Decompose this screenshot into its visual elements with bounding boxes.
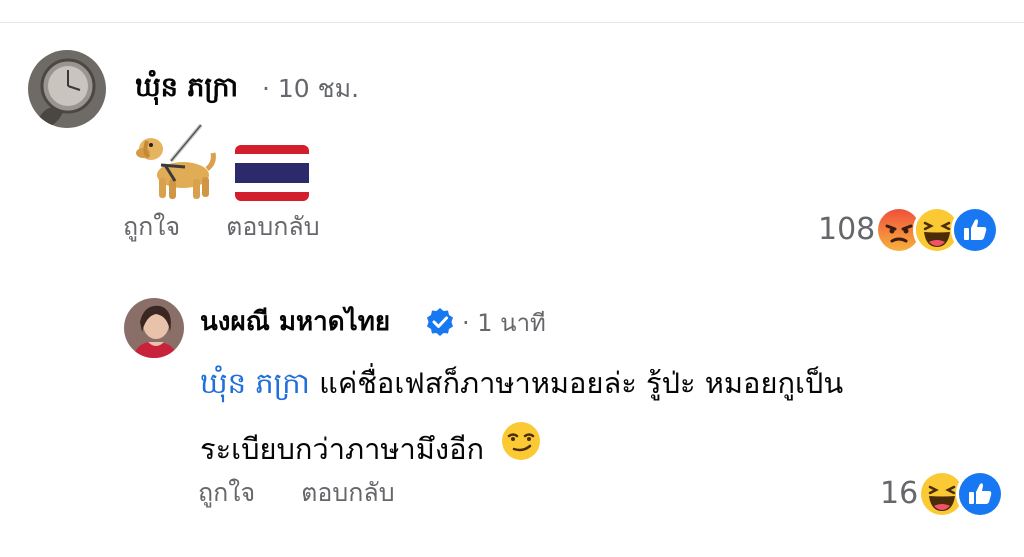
reply-line-1: ឃុំន ភក្រា แค่ชื่อเฟสก็ภาษาหมอยล่ะ รู้ป่…: [200, 350, 980, 416]
reaction-count: 108: [818, 212, 876, 247]
comment-emoji-content: [135, 123, 309, 205]
top-divider: [0, 0, 1024, 23]
thailand-flag-icon: [235, 145, 309, 205]
like-button[interactable]: ถูกใจ: [123, 210, 180, 244]
like-button[interactable]: ถูกใจ: [198, 476, 255, 510]
like-reaction-icon: [951, 206, 1000, 254]
reply-text-line-1: แค่ชื่อเฟสก็ภาษาหมอยล่ะ รู้ป่ะ หมอยกูเป็…: [309, 366, 844, 400]
comment-timestamp[interactable]: · 10 ชม.: [262, 72, 359, 106]
reply-button[interactable]: ตอบกลับ: [226, 210, 319, 244]
reply-text-line-2: ระเบียบกว่าภาษามึงอีก: [200, 432, 485, 466]
avatar[interactable]: [28, 50, 106, 128]
reply-actions: ถูกใจ ตอบกลับ: [198, 476, 395, 510]
reply-line-2: ระเบียบกว่าภาษามึงอีก: [200, 416, 980, 484]
like-reaction-icon: [956, 470, 1005, 518]
reaction-summary[interactable]: 108: [818, 206, 1000, 254]
mention-link[interactable]: ឃុំន ភក្រា: [200, 366, 310, 400]
avatar[interactable]: [124, 298, 184, 358]
comment-actions: ถูกใจ ตอบกลับ: [123, 210, 320, 244]
comment-author[interactable]: ឃុំន ភក្រា: [135, 70, 238, 106]
reply-timestamp[interactable]: · 1 นาที: [462, 307, 546, 339]
smirk-emoji-icon: [501, 418, 541, 484]
reply-body: ឃុំន ភក្រា แค่ชื่อเฟสก็ภาษาหมอยล่ะ รู้ป่…: [200, 350, 980, 484]
reaction-count: 16: [880, 476, 919, 511]
profile-photo-image: [124, 298, 184, 358]
reply-button[interactable]: ตอบกลับ: [301, 476, 394, 510]
verified-badge-icon: [425, 307, 455, 337]
dog-icon: [135, 123, 217, 205]
reply-author[interactable]: นงผณี มหาดไทย: [200, 305, 390, 339]
reaction-summary[interactable]: 16: [880, 470, 1005, 518]
clock-avatar-image: [28, 50, 106, 128]
